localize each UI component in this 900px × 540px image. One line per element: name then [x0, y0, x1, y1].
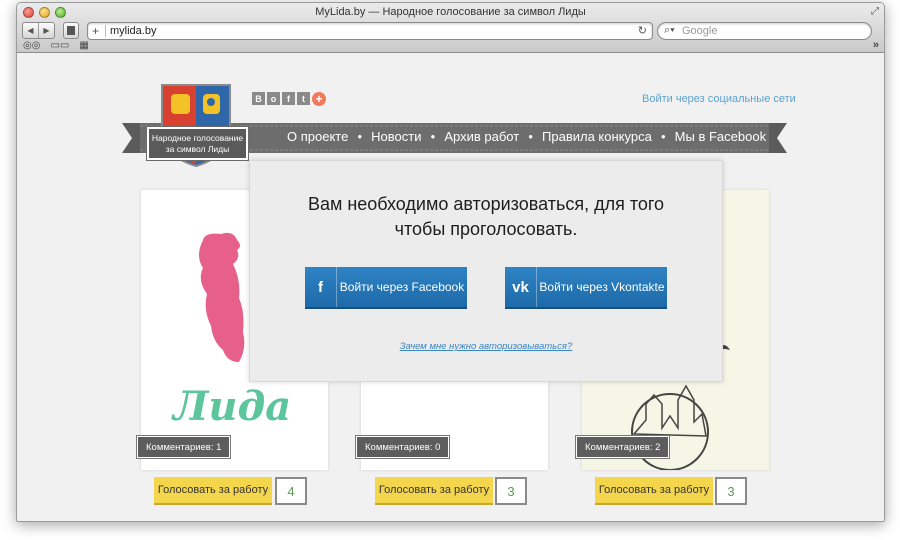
add-bookmark-icon[interactable]: +: [92, 24, 99, 38]
window-title: MyLida.by — Народное голосование за симв…: [315, 6, 586, 18]
bookmarks-bar: ◎◎ ▭▭ ▦: [23, 40, 89, 51]
search-field[interactable]: ⌕▾ Google: [657, 22, 872, 40]
facebook-login-button[interactable]: f Войти через Facebook: [305, 267, 467, 309]
vk-icon: vk: [505, 267, 537, 307]
url-text[interactable]: mylida.by: [110, 25, 156, 37]
address-bar[interactable]: + mylida.by ↻: [87, 22, 653, 40]
page-content: В о f t + Войти через социальные сети О …: [17, 53, 884, 521]
facebook-icon: f: [305, 267, 337, 307]
reload-icon[interactable]: ↻: [638, 24, 647, 37]
vkontakte-login-label: Войти через Vkontakte: [539, 280, 665, 294]
main-nav: О проекте ● Новости ● Архив работ ● Правила…: [287, 129, 766, 144]
search-icon: ⌕▾: [664, 24, 675, 36]
social-login-link[interactable]: Войти через социальные сети: [642, 93, 796, 105]
odnoklassniki-share-icon[interactable]: о: [267, 92, 280, 105]
comment-count-badge-3[interactable]: Комментариев: 2: [574, 435, 671, 459]
nav-archive[interactable]: Архив работ: [444, 129, 519, 144]
modal-title-line2: чтобы проголосовать.: [394, 219, 578, 239]
why-auth-link[interactable]: Зачем мне нужно авторизовываться?: [250, 341, 722, 352]
modal-title: Вам необходимо авторизоваться, для того …: [250, 192, 722, 242]
fullscreen-icon[interactable]: ⤢: [871, 6, 879, 17]
top-sites-icon[interactable]: ▦: [79, 40, 88, 51]
back-arrow-icon[interactable]: ◀: [23, 23, 38, 38]
vote-button-1[interactable]: Голосовать за работу: [154, 477, 272, 505]
nav-separator: ●: [357, 132, 363, 141]
logo-caption-line1: Народное голосование: [151, 133, 244, 143]
vote-count-2: 3: [495, 477, 527, 505]
comment-count-badge-1[interactable]: Комментариев: 1: [135, 435, 232, 459]
bookmarks-overflow-icon[interactable]: »: [873, 39, 879, 51]
more-share-icon[interactable]: +: [312, 92, 326, 106]
vk-share-icon[interactable]: В: [252, 92, 265, 105]
twitter-share-icon[interactable]: t: [297, 92, 310, 105]
auth-modal: Вам необходимо авторизоваться, для того …: [249, 160, 723, 382]
card-1-image-text: Лида: [171, 383, 291, 430]
tabs-icon: [67, 26, 75, 35]
nav-separator: ●: [528, 132, 534, 141]
search-placeholder: Google: [682, 25, 718, 37]
browser-toolbar: MyLida.by — Народное голосование за симв…: [17, 3, 884, 53]
nav-rules[interactable]: Правила конкурса: [542, 129, 652, 144]
reading-list-icon[interactable]: ◎◎: [23, 40, 40, 51]
vote-count-1: 4: [275, 477, 307, 505]
vote-button-3[interactable]: Голосовать за работу: [595, 477, 713, 505]
comment-count-badge-2[interactable]: Комментариев: 0: [354, 435, 451, 459]
nav-separator: ●: [660, 132, 666, 141]
browser-window: MyLida.by — Народное голосование за симв…: [16, 2, 885, 522]
vkontakte-login-button[interactable]: vk Войти через Vkontakte: [505, 267, 667, 309]
logo-caption-line2: за символ Лиды: [165, 144, 230, 154]
nav-facebook[interactable]: Мы в Facebook: [675, 129, 766, 144]
facebook-share-icon[interactable]: f: [282, 92, 295, 105]
vote-count-3: 3: [715, 477, 747, 505]
vote-button-2[interactable]: Голосовать за работу: [375, 477, 493, 505]
nav-separator: ●: [430, 132, 436, 141]
nav-about[interactable]: О проекте: [287, 129, 348, 144]
history-buttons: ◀ ▶: [22, 22, 55, 39]
tab-overview-button[interactable]: [63, 22, 79, 39]
nav-news[interactable]: Новости: [371, 129, 421, 144]
address-divider: [105, 25, 106, 37]
bookmarks-icon[interactable]: ▭▭: [50, 40, 69, 51]
facebook-login-label: Войти через Facebook: [339, 280, 465, 294]
logo-caption: Народное голосование за символ Лиды: [146, 126, 249, 161]
share-icons: В о f t +: [252, 92, 326, 106]
modal-title-line1: Вам необходимо авторизоваться, для того: [307, 194, 665, 214]
forward-arrow-icon[interactable]: ▶: [38, 23, 54, 38]
